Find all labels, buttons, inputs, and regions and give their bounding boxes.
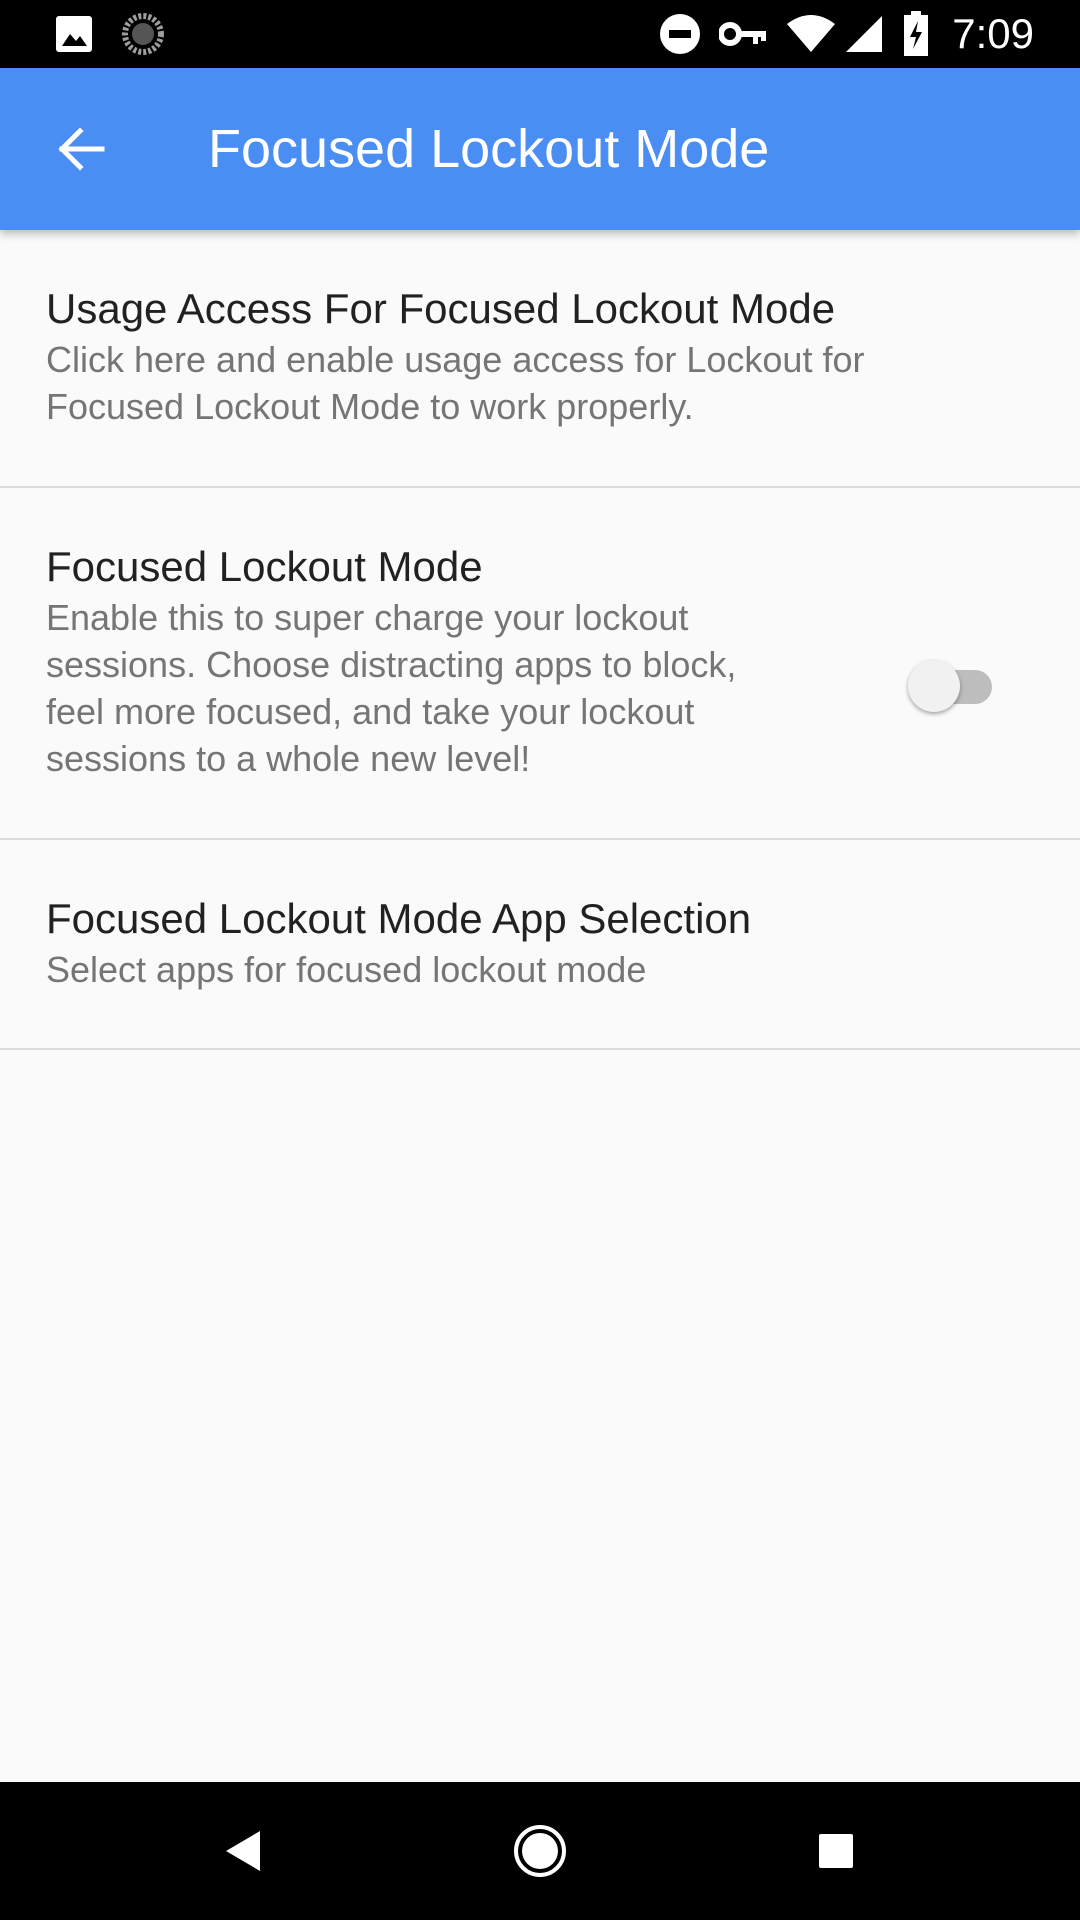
recents-square-icon[interactable] <box>766 1782 906 1920</box>
preference-title: Focused Lockout Mode <box>46 543 483 590</box>
preference-summary-line: sessions to a whole new level! <box>46 738 531 779</box>
wifi-icon <box>784 0 838 68</box>
signal-icon <box>842 0 886 68</box>
preference-summary-line: feel more focused, and take your lockout <box>46 691 695 732</box>
do-not-disturb-icon <box>658 0 702 68</box>
preference-title: Usage Access For Focused Lockout Mode <box>46 285 836 332</box>
back-triangle-icon[interactable] <box>174 1782 314 1920</box>
status-time: 7:09 <box>952 10 1034 57</box>
usage-access-preference[interactable]: Usage Access For Focused Lockout Mode Cl… <box>0 230 1080 488</box>
preference-summary-line: Click here and enable usage access for L… <box>46 339 865 380</box>
arrow-back-icon[interactable] <box>44 113 116 185</box>
preference-summary-line: Select apps for focused lockout mode <box>46 949 647 990</box>
preference-summary-line: sessions. Choose distracting apps to blo… <box>46 644 737 685</box>
focused-lockout-mode-toggle[interactable] <box>908 652 1004 712</box>
focused-lockout-mode-preference[interactable]: Focused Lockout Mode Enable this to supe… <box>0 488 1080 840</box>
app-selection-preference[interactable]: Focused Lockout Mode App Selection Selec… <box>0 840 1080 1050</box>
home-circle-icon[interactable] <box>470 1782 610 1920</box>
app-bar: Focused Lockout Mode <box>0 68 1080 230</box>
status-bar: 7:09 <box>0 0 1080 68</box>
preference-title: Focused Lockout Mode App Selection <box>46 895 752 942</box>
navigation-bar <box>0 1782 1080 1920</box>
preferences-list: Usage Access For Focused Lockout Mode Cl… <box>0 230 1080 1050</box>
preference-summary-line: Enable this to super charge your lockout <box>46 597 689 638</box>
page-title: Focused Lockout Mode <box>208 119 770 179</box>
sync-icon <box>120 0 166 68</box>
toggle-thumb <box>908 660 960 712</box>
preference-summary-line: Focused Lockout Mode to work properly. <box>46 386 694 427</box>
battery-charging-icon <box>900 0 932 68</box>
image-icon <box>52 0 96 68</box>
preference-text: Focused Lockout Mode Enable this to supe… <box>46 540 876 782</box>
vpn-key-icon <box>718 0 768 68</box>
